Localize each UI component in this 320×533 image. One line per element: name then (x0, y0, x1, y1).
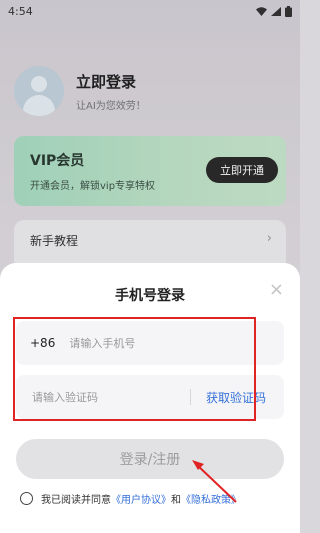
login-sheet: 手机号登录 × +86 请输入手机号 请输入验证码 获取验证码 登录/注册 我已… (0, 263, 300, 533)
user-agreement-link[interactable]: 《用户协议》 (111, 491, 171, 506)
agree-prefix: 我已阅读并同意 (41, 495, 111, 506)
privacy-policy-link[interactable]: 《隐私政策》 (181, 491, 241, 506)
phone-placeholder: 请输入手机号 (69, 337, 136, 350)
code-input[interactable]: 请输入验证码 获取验证码 (16, 375, 284, 419)
sheet-title: 手机号登录 (115, 288, 185, 304)
close-icon[interactable]: × (269, 281, 284, 299)
divider (190, 389, 191, 405)
agree-checkbox[interactable] (20, 492, 33, 505)
agree-and: 和 (171, 495, 181, 506)
country-code[interactable]: +86 (30, 336, 55, 350)
login-register-button[interactable]: 登录/注册 (16, 439, 284, 479)
agreement-row: 我已阅读并同意 《用户协议》 和 《隐私政策》 (20, 491, 241, 506)
code-placeholder: 请输入验证码 (32, 391, 98, 404)
get-code-button[interactable]: 获取验证码 (206, 389, 266, 406)
phone-input[interactable]: +86 请输入手机号 (16, 321, 284, 365)
